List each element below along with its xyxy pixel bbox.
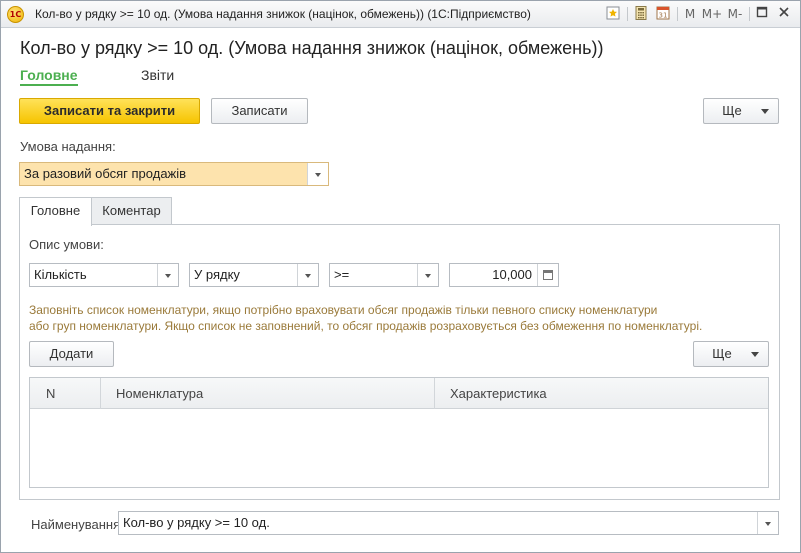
criteria-operator-select[interactable]: >=: [329, 263, 439, 287]
memory-minus-button[interactable]: M-: [725, 5, 745, 23]
nav-main-link[interactable]: Головне: [20, 67, 78, 86]
criteria-quantity-value: Кількість: [34, 267, 87, 282]
chevron-down-icon: [761, 109, 769, 114]
calendar-icon[interactable]: 31: [655, 5, 671, 23]
column-header-n[interactable]: N: [46, 378, 55, 409]
app-logo-icon[interactable]: 1С: [7, 6, 24, 23]
calculator-icon[interactable]: [537, 264, 558, 286]
chevron-down-icon: [751, 352, 759, 357]
table-more-label: Ще: [712, 346, 732, 361]
column-header-nomenclature[interactable]: Номенклатура: [116, 378, 203, 409]
condition-select[interactable]: За разовий обсяг продажів: [19, 162, 329, 186]
criteria-value-input[interactable]: 10,000: [449, 263, 559, 287]
hint-text-line2: або груп номенклатури. Якщо список не за…: [29, 319, 703, 333]
hint-text-line1: Заповніть список номенклатури, якщо потр…: [29, 303, 658, 317]
window-title: Кол-во у рядку >= 10 од. (Умова надання …: [35, 7, 531, 21]
name-input[interactable]: Кол-во у рядку >= 10 од.: [118, 511, 779, 535]
chevron-down-icon[interactable]: [417, 264, 438, 286]
memory-plus-button[interactable]: M+: [701, 5, 723, 23]
maximize-icon[interactable]: [755, 5, 769, 23]
toolbar-separator: [627, 7, 628, 21]
column-divider[interactable]: [100, 378, 101, 409]
name-label: Найменування:: [31, 517, 124, 532]
table-more-button[interactable]: Ще: [693, 341, 769, 367]
tab-comment[interactable]: Коментар: [91, 197, 172, 225]
column-divider[interactable]: [434, 378, 435, 409]
app-window: 1С Кол-во у рядку >= 10 од. (Умова надан…: [0, 0, 801, 553]
calculator-icon[interactable]: [633, 5, 649, 23]
chevron-down-icon[interactable]: [157, 264, 178, 286]
criteria-scope-value: У рядку: [194, 267, 240, 282]
svg-text:31: 31: [659, 12, 668, 20]
chevron-down-icon[interactable]: [297, 264, 318, 286]
save-and-close-button[interactable]: Записати та закрити: [19, 98, 200, 124]
toolbar-separator: [677, 7, 678, 21]
tab-main[interactable]: Головне: [19, 197, 92, 226]
title-bar: 1С Кол-во у рядку >= 10 од. (Умова надан…: [1, 1, 800, 28]
favorites-star-icon[interactable]: [605, 5, 621, 23]
condition-label: Умова надання:: [20, 139, 116, 154]
criteria-value: 10,000: [492, 267, 532, 282]
toolbar-separator: [749, 7, 750, 21]
condition-value: За разовий обсяг продажів: [24, 166, 187, 181]
table-header: N Номенклатура Характеристика: [30, 378, 768, 409]
add-button[interactable]: Додати: [29, 341, 114, 367]
chevron-down-icon[interactable]: [307, 163, 328, 185]
name-value: Кол-во у рядку >= 10 од.: [123, 515, 270, 530]
description-label: Опис умови:: [29, 237, 104, 252]
criteria-scope-select[interactable]: У рядку: [189, 263, 319, 287]
chevron-down-icon[interactable]: [757, 512, 778, 534]
more-actions-button[interactable]: Ще: [703, 98, 779, 124]
criteria-operator-value: >=: [334, 267, 350, 282]
more-actions-label: Ще: [722, 103, 742, 118]
nomenclature-table[interactable]: N Номенклатура Характеристика: [29, 377, 769, 488]
page-title: Кол-во у рядку >= 10 од. (Умова надання …: [20, 38, 604, 58]
save-button[interactable]: Записати: [211, 98, 308, 124]
close-icon[interactable]: [777, 5, 791, 23]
criteria-quantity-select[interactable]: Кількість: [29, 263, 179, 287]
column-header-characteristic[interactable]: Характеристика: [450, 378, 547, 409]
memory-m-button[interactable]: M: [683, 5, 697, 23]
nav-reports-link[interactable]: Звіти: [141, 67, 174, 83]
